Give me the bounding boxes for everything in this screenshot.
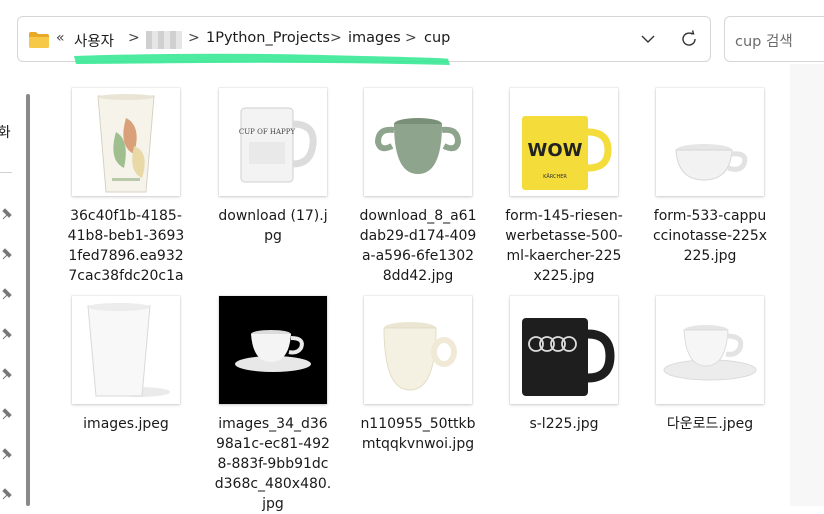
highlighter-mark [74, 53, 450, 65]
breadcrumb-separator[interactable]: > [330, 30, 342, 46]
file-name: download_8_a61dab29-d174-409a-a596-6fe13… [359, 208, 477, 284]
folder-icon [29, 32, 49, 48]
nav-item-label: 바탕화 [0, 125, 11, 141]
file-item[interactable]: 36c40f1b-4185-41b8-beb1-36931fed7896.ea9… [61, 88, 191, 286]
pin-icon [2, 208, 12, 220]
pin-icon [2, 488, 12, 500]
pin-icon [2, 448, 12, 460]
file-thumbnail [219, 296, 327, 404]
file-thumbnail [656, 296, 764, 404]
file-item[interactable]: 다운로드.jpeg [645, 296, 775, 434]
file-item[interactable]: form-533-cappuccinotasse-225x225.jpg [645, 88, 775, 266]
file-thumbnail [364, 296, 472, 404]
file-name: 다운로드.jpeg [666, 416, 754, 432]
file-thumbnail [72, 88, 180, 196]
file-name: images.jpeg [83, 416, 169, 432]
file-thumbnail [72, 296, 180, 404]
file-thumbnail [364, 88, 472, 196]
breadcrumb-users[interactable]: 사용자 [74, 30, 114, 51]
file-thumbnail [510, 296, 618, 404]
mug-brand-text: KÄRCHER [543, 173, 567, 180]
file-item[interactable]: images_34_d3698a1c-ec81-4928-883f-9bb91d… [208, 296, 338, 514]
file-name: 36c40f1b-4185-41b8-beb1-36931fed7896.ea9… [67, 208, 185, 284]
file-item[interactable]: download_8_a61dab29-d174-409a-a596-6fe13… [353, 88, 483, 286]
file-thumbnail [656, 88, 764, 196]
nav-scrollbar[interactable] [26, 94, 30, 506]
blurred-username[interactable] [146, 31, 182, 49]
file-name: download (17).jpg [218, 208, 328, 244]
mug-text: CUP OF HAPPY [239, 128, 296, 136]
chevron-down-icon[interactable] [638, 29, 658, 49]
pin-icon [2, 328, 12, 340]
file-item[interactable]: CUP OF HAPPY download (17).jpg [208, 88, 338, 246]
breadcrumb-cup[interactable]: cup [424, 30, 450, 46]
nav-item-partial[interactable]: 바탕화 [0, 122, 13, 142]
file-thumbnail: WOW KÄRCHER [510, 88, 618, 196]
file-name: s-l225.jpg [529, 416, 599, 432]
mug-wow-text: WOW [527, 140, 582, 161]
file-name: form-533-cappuccinotasse-225x225.jpg [652, 208, 768, 264]
file-item[interactable]: images.jpeg [61, 296, 191, 434]
search-input[interactable]: cup 검색 [724, 16, 824, 62]
pin-icon [2, 248, 12, 260]
file-name: n110955_50ttkbmtqqkvnwoi.jpg [360, 416, 476, 452]
pin-icon [2, 368, 12, 380]
breadcrumb-images[interactable]: images [348, 30, 401, 46]
nav-divider [0, 172, 12, 173]
pin-icon [2, 408, 12, 420]
breadcrumb-separator[interactable]: > [405, 30, 417, 46]
file-thumbnail: CUP OF HAPPY [219, 88, 327, 196]
file-item[interactable]: n110955_50ttkbmtqqkvnwoi.jpg [353, 296, 483, 454]
breadcrumb-separator[interactable]: > [128, 30, 140, 46]
file-name: form-145-riesen-werbetasse-500-ml-kaerch… [505, 208, 623, 284]
search-placeholder: cup 검색 [735, 34, 793, 50]
file-item[interactable]: s-l225.jpg [499, 296, 629, 434]
file-name: images_34_d3698a1c-ec81-4928-883f-9bb91d… [214, 416, 332, 512]
breadcrumb-separator[interactable]: > [188, 30, 200, 46]
breadcrumb-projects[interactable]: 1Python_Projects [206, 30, 330, 46]
pin-icon [2, 288, 12, 300]
file-item[interactable]: WOW KÄRCHER form-145-riesen-werbetasse-5… [499, 88, 629, 286]
refresh-icon[interactable] [679, 28, 699, 50]
right-margin [790, 64, 824, 506]
breadcrumb-overflow[interactable]: « [56, 30, 65, 46]
